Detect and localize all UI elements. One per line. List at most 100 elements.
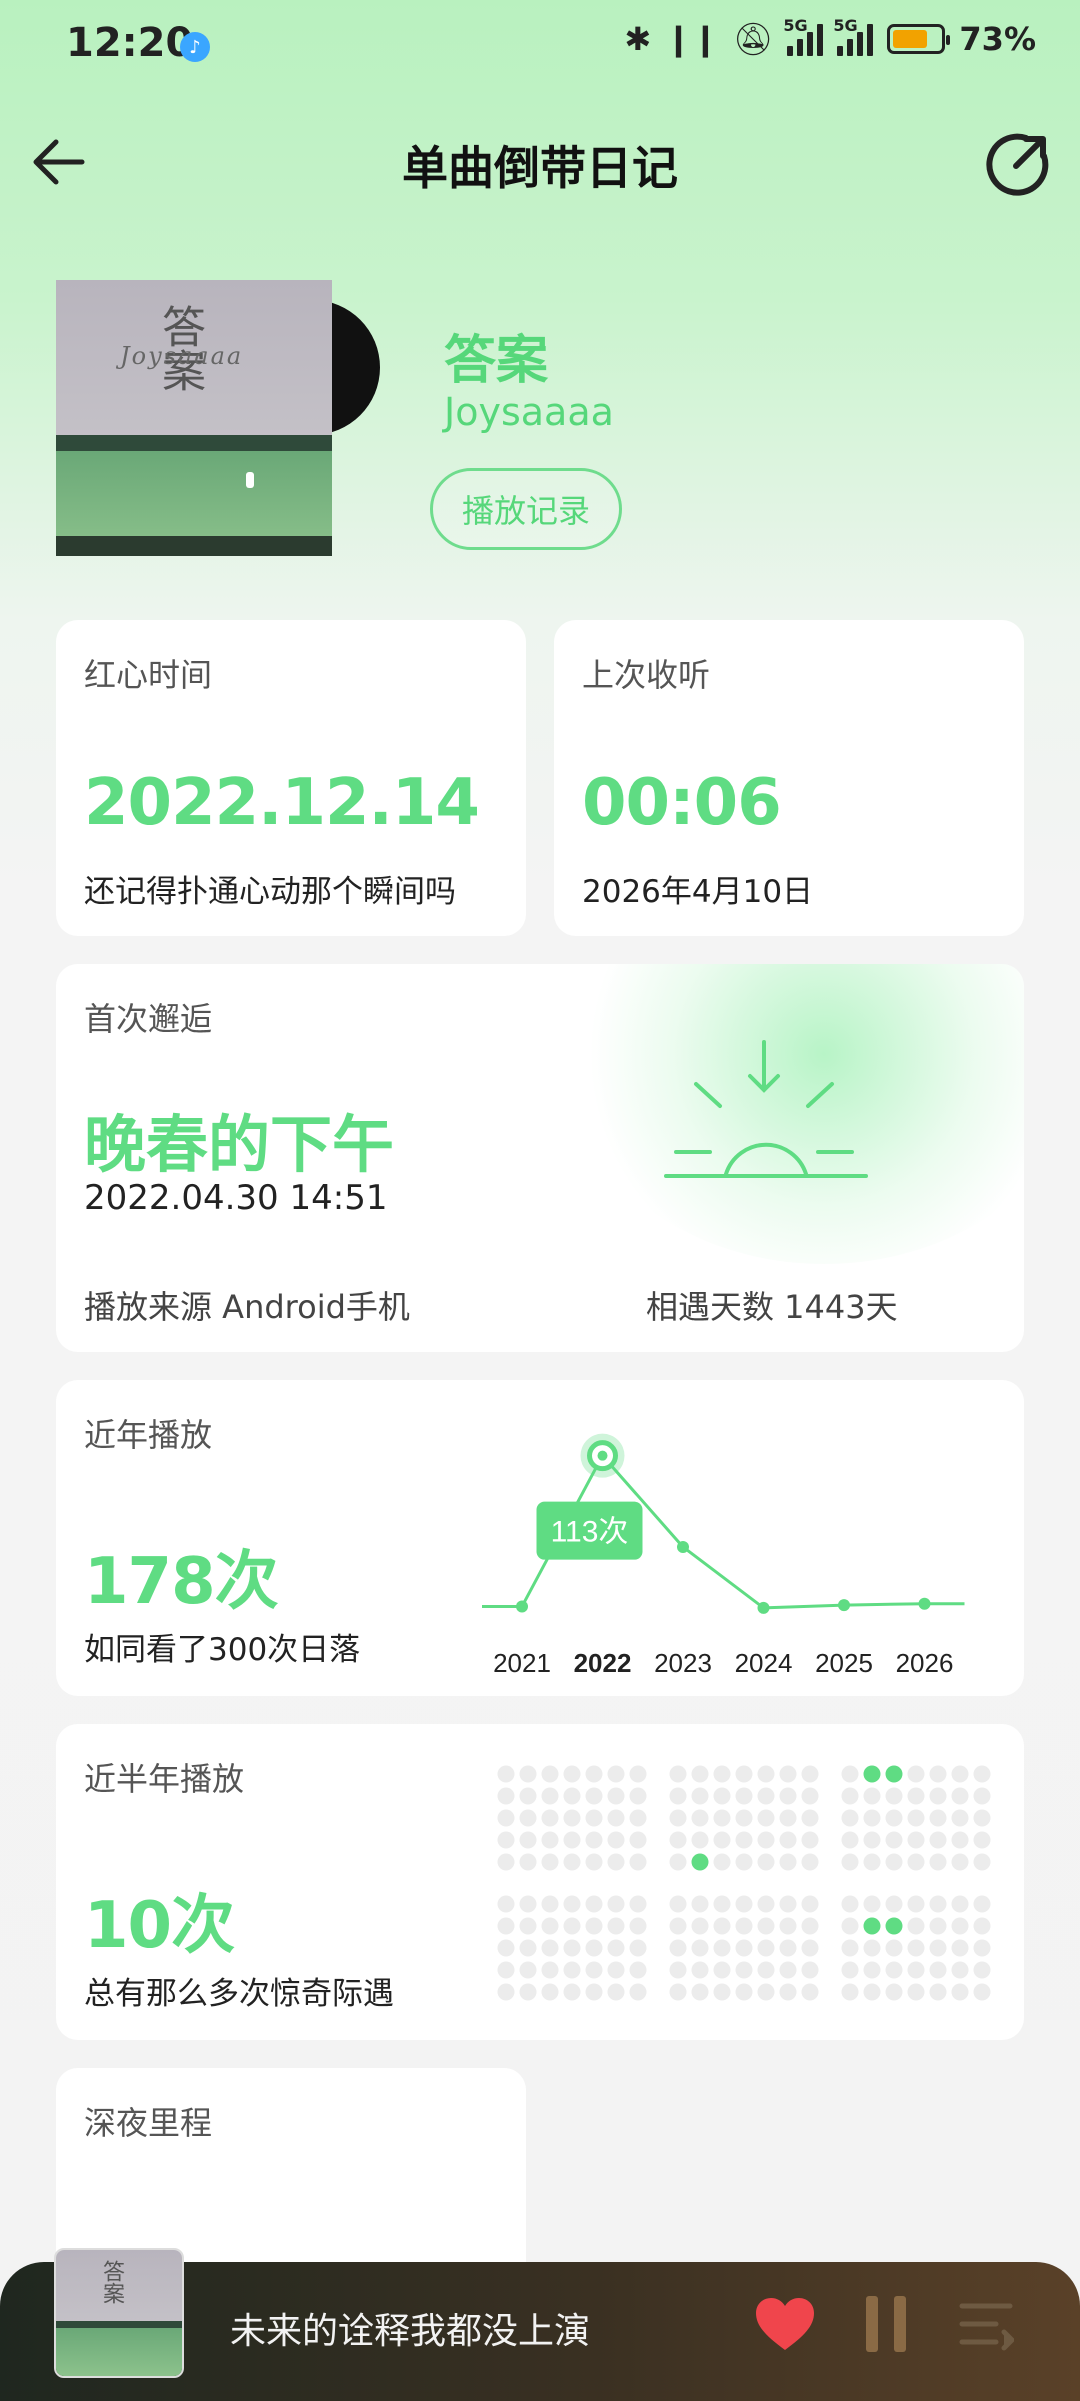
play-day-dot-active xyxy=(691,1853,709,1871)
play-day-dot xyxy=(951,1983,969,2001)
play-day-dot xyxy=(669,1917,687,1935)
play-day-dot xyxy=(519,1787,537,1805)
play-day-dot xyxy=(951,1917,969,1935)
network-label-2: 5G xyxy=(833,16,858,35)
cover-footer xyxy=(56,536,332,556)
play-day-dot xyxy=(497,1853,515,1871)
player-album-cover[interactable]: 答案 xyxy=(54,2248,184,2378)
play-day-dot xyxy=(735,1961,753,1979)
play-day-dot xyxy=(757,1895,775,1913)
play-day-dot xyxy=(907,1809,925,1827)
card-label: 近半年播放 xyxy=(84,1760,245,1798)
play-day-dot xyxy=(585,1853,603,1871)
play-day-dot xyxy=(735,1787,753,1805)
play-day-dot xyxy=(801,1939,819,1957)
share-button[interactable] xyxy=(986,130,1052,196)
play-day-dot xyxy=(497,1917,515,1935)
play-day-dot xyxy=(929,1853,947,1871)
play-day-dot xyxy=(629,1961,647,1979)
play-day-dot xyxy=(841,1983,859,2001)
play-day-dot xyxy=(541,1831,559,1849)
play-day-dot xyxy=(801,1787,819,1805)
chart-x-tick-label: 2022 xyxy=(574,1648,632,1678)
play-day-dot xyxy=(713,1939,731,1957)
play-day-dot xyxy=(669,1895,687,1913)
heart-time-card: 红心时间 2022.12.14 还记得扑通心动那个瞬间吗 xyxy=(56,620,526,936)
play-day-dot xyxy=(973,1853,991,1871)
song-artist[interactable]: Joysaaaa xyxy=(444,390,614,434)
play-day-dot xyxy=(841,1961,859,1979)
play-day-dot xyxy=(779,1895,797,1913)
recent-years-count: 178次 xyxy=(84,1545,279,1619)
pause-button[interactable] xyxy=(866,2296,906,2352)
play-day-dot xyxy=(841,1831,859,1849)
mute-icon: 🔕︎ xyxy=(732,20,774,58)
play-day-dot xyxy=(885,1895,903,1913)
play-day-dot xyxy=(951,1809,969,1827)
play-day-dot xyxy=(563,1809,581,1827)
play-history-button[interactable]: 播放记录 xyxy=(430,468,622,550)
playlist-button[interactable] xyxy=(958,2298,1016,2352)
play-day-dot xyxy=(841,1809,859,1827)
play-day-dot xyxy=(735,1983,753,2001)
play-day-dot xyxy=(519,1765,537,1783)
play-day-dot xyxy=(519,1895,537,1913)
play-day-dot xyxy=(541,1961,559,1979)
play-day-dot xyxy=(607,1853,625,1871)
play-day-dot xyxy=(497,1895,515,1913)
play-day-dot xyxy=(629,1939,647,1957)
play-day-dot xyxy=(779,1961,797,1979)
earbuds-icon: ❙❙ xyxy=(665,20,719,58)
play-day-dot xyxy=(801,1983,819,2001)
play-day-dot xyxy=(973,1809,991,1827)
play-day-dot-active xyxy=(885,1917,903,1935)
encounter-title: 晚春的下午 xyxy=(84,1108,395,1181)
play-day-dot xyxy=(885,1961,903,1979)
play-day-dot xyxy=(951,1895,969,1913)
page-title: 单曲倒带日记 xyxy=(402,141,678,195)
play-day-dot-active xyxy=(863,1917,881,1935)
play-day-dot xyxy=(907,1939,925,1957)
play-day-dot xyxy=(779,1939,797,1957)
chart-point xyxy=(757,1601,770,1614)
play-day-dot xyxy=(841,1895,859,1913)
play-day-dot xyxy=(713,1809,731,1827)
play-day-dot xyxy=(757,1787,775,1805)
play-day-dot xyxy=(713,1853,731,1871)
play-day-dot xyxy=(519,1831,537,1849)
play-day-dot-active xyxy=(863,1765,881,1783)
play-day-dot xyxy=(735,1939,753,1957)
play-day-dot xyxy=(929,1917,947,1935)
play-day-dot xyxy=(757,1939,775,1957)
yearly-play-chart: 2021 113次 2022 2023 2024 2025 2026 xyxy=(482,1433,965,1678)
play-day-dot-active xyxy=(885,1765,903,1783)
play-day-dot xyxy=(929,1765,947,1783)
play-day-dot xyxy=(735,1917,753,1935)
play-day-dot xyxy=(779,1917,797,1935)
album-cover[interactable]: 答案 Joysaaaa xyxy=(56,280,332,556)
play-day-dot xyxy=(629,1895,647,1913)
play-day-dot xyxy=(757,1853,775,1871)
play-day-dot xyxy=(735,1895,753,1913)
play-day-dot xyxy=(757,1917,775,1935)
play-day-dot xyxy=(885,1853,903,1871)
play-day-dot xyxy=(863,1787,881,1805)
play-day-dot xyxy=(607,1831,625,1849)
recent-years-card: 近年播放 178次 如同看了300次日落 2021 113次 2022 2023 202… xyxy=(56,1380,1024,1696)
play-day-dot xyxy=(929,1939,947,1957)
play-day-dot xyxy=(691,1983,709,2001)
like-button[interactable] xyxy=(754,2296,816,2352)
battery-icon xyxy=(887,24,951,54)
play-day-dot xyxy=(629,1809,647,1827)
play-day-dot xyxy=(779,1787,797,1805)
signal-icon: 5G xyxy=(783,16,824,56)
play-day-dot xyxy=(669,1983,687,2001)
player-cover-title: 答案 xyxy=(99,2260,124,2304)
card-label: 首次邂逅 xyxy=(84,1000,213,1038)
play-day-dot xyxy=(497,1939,515,1957)
play-day-dot xyxy=(541,1983,559,2001)
play-day-dot xyxy=(691,1831,709,1849)
play-day-dot xyxy=(885,1787,903,1805)
play-day-dot xyxy=(607,1787,625,1805)
play-day-dot xyxy=(973,1917,991,1935)
